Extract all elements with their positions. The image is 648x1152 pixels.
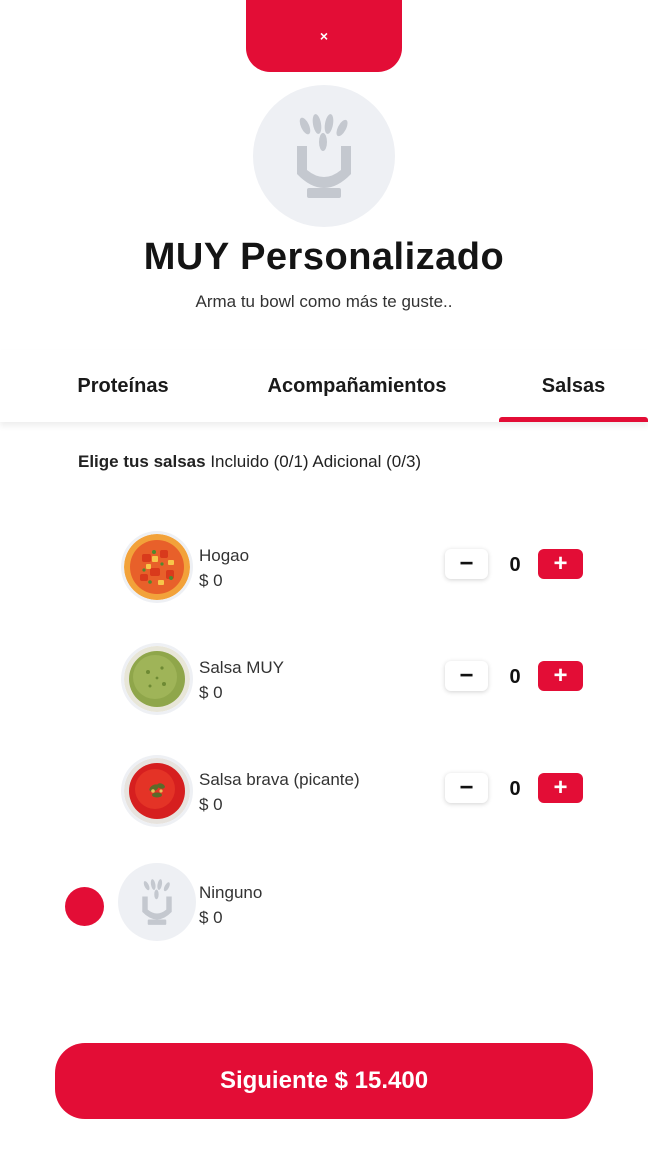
- section-title: Elige tus salsas: [78, 452, 206, 471]
- category-tabs: Proteínas Acompañamientos Salsas: [0, 350, 648, 422]
- muy-logo-icon: [297, 114, 351, 198]
- tab-salsas[interactable]: Salsas: [499, 350, 648, 422]
- decrease-button[interactable]: −: [445, 661, 488, 691]
- muy-logo-icon: [142, 879, 172, 925]
- increase-button[interactable]: +: [538, 773, 583, 803]
- salsa-brava-image: [124, 758, 190, 824]
- page-subtitle: Arma tu bowl como más te guste..: [195, 292, 453, 311]
- list-item-ninguno[interactable]: Ninguno $ 0: [0, 863, 648, 951]
- list-item-salsa-muy: Salsa MUY $ 0 − 0 +: [0, 646, 648, 726]
- tab-proteinas[interactable]: Proteínas: [40, 350, 206, 422]
- item-price: $ 0: [199, 571, 223, 590]
- salsa-muy-image: [124, 646, 190, 712]
- additional-count: Adicional (0/3): [312, 452, 422, 471]
- increase-button[interactable]: +: [538, 661, 583, 691]
- quantity-value: 0: [509, 666, 521, 688]
- item-name: Salsa brava (picante): [199, 770, 360, 789]
- item-name: Hogao: [199, 546, 250, 565]
- list-item-hogao: Hogao $ 0 − 0 +: [0, 534, 648, 614]
- ninguno-image: [118, 863, 196, 941]
- tab-acompanamientos[interactable]: Acompañamientos: [230, 350, 484, 422]
- page-title: MUY Personalizado: [143, 236, 505, 278]
- decrease-button[interactable]: −: [445, 773, 488, 803]
- item-price: $ 0: [199, 795, 223, 814]
- selected-radio[interactable]: [65, 887, 104, 926]
- item-price: $ 0: [199, 683, 223, 702]
- hogao-image: [124, 534, 190, 600]
- item-name: Salsa MUY: [199, 658, 285, 677]
- close-icon: ×: [319, 28, 329, 44]
- increase-button[interactable]: +: [538, 549, 583, 579]
- decrease-button[interactable]: −: [445, 549, 488, 579]
- section-header: Elige tus salsas Incluido (0/1) Adiciona…: [78, 452, 421, 472]
- item-name: Ninguno: [199, 883, 263, 902]
- close-button[interactable]: ×: [246, 0, 402, 72]
- muy-logo: [253, 85, 395, 227]
- quantity-value: 0: [509, 554, 521, 576]
- item-price: $ 0: [199, 908, 223, 927]
- included-count: Incluido (0/1): [210, 452, 309, 471]
- next-button[interactable]: Siguiente $ 15.400: [55, 1043, 593, 1119]
- quantity-value: 0: [509, 778, 521, 800]
- list-item-salsa-brava: Salsa brava (picante) $ 0 − 0 +: [0, 758, 648, 838]
